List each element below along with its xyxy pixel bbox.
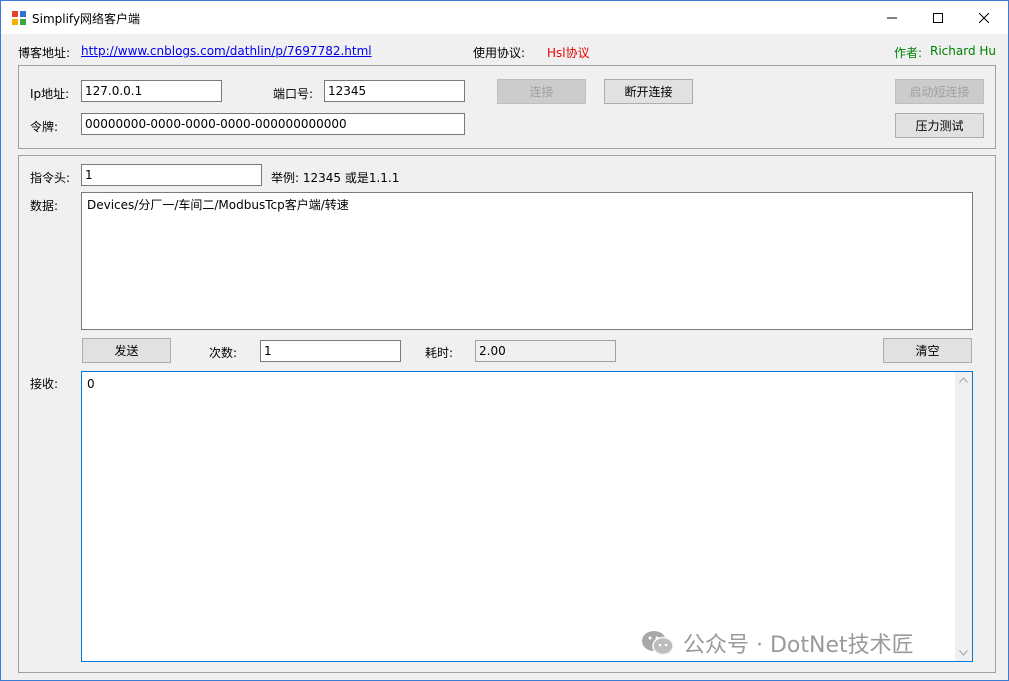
command-head-input[interactable]: 1 <box>81 164 262 186</box>
port-label: 端口号: <box>273 87 314 101</box>
app-icon <box>12 11 26 25</box>
close-icon <box>979 12 989 23</box>
receive-label: 接收: <box>30 377 59 391</box>
count-input[interactable]: 1 <box>260 340 401 362</box>
minimize-icon <box>887 17 897 18</box>
maximize-icon <box>933 12 943 23</box>
token-input[interactable]: 00000000-0000-0000-0000-000000000000 <box>81 113 465 135</box>
author-label: 作者: <box>894 46 923 60</box>
scroll-down-icon[interactable] <box>959 650 968 656</box>
port-input[interactable]: 12345 <box>324 80 465 102</box>
scroll-up-icon[interactable] <box>959 377 968 383</box>
ip-input[interactable]: 127.0.0.1 <box>81 80 222 102</box>
command-head-label: 指令头: <box>30 171 71 185</box>
ip-label: Ip地址: <box>30 87 70 101</box>
send-button[interactable]: 发送 <box>82 338 171 363</box>
connection-group <box>18 65 996 149</box>
data-label: 数据: <box>30 199 59 213</box>
elapsed-value-field: 2.00 <box>475 340 616 362</box>
data-textarea[interactable]: Devices/分厂一/车间二/ModbusTcp客户端/转速 <box>81 192 973 330</box>
title-bar: Simplify网络客户端 <box>1 1 1008 34</box>
elapsed-label: 耗时: <box>425 346 454 360</box>
connect-button[interactable]: 连接 <box>497 79 586 104</box>
minimize-button[interactable] <box>869 1 915 34</box>
receive-text: 0 <box>87 377 95 391</box>
protocol-label: 使用协议: <box>473 46 526 60</box>
receive-scrollbar[interactable] <box>955 372 972 661</box>
blog-label: 博客地址: <box>18 46 71 60</box>
author-value: Richard Hu <box>930 44 997 58</box>
receive-textarea[interactable]: 0 <box>81 371 973 662</box>
watermark-text: 公众号 · DotNet技术匠 <box>683 633 914 658</box>
close-button[interactable] <box>961 1 1007 34</box>
maximize-button[interactable] <box>915 1 961 34</box>
watermark: 公众号 · DotNet技术匠 <box>641 627 914 659</box>
protocol-value: Hsl协议 <box>547 46 590 60</box>
count-label: 次数: <box>209 346 238 360</box>
stress-test-button[interactable]: 压力测试 <box>895 113 984 138</box>
window-title: Simplify网络客户端 <box>32 12 141 26</box>
command-example-text: 举例: 12345 或是1.1.1 <box>271 171 400 185</box>
wechat-icon <box>642 631 674 656</box>
disconnect-button[interactable]: 断开连接 <box>604 79 693 104</box>
clear-button[interactable]: 清空 <box>883 338 972 363</box>
token-label: 令牌: <box>30 120 59 134</box>
main-window: Simplify网络客户端 博客地址: http://www.cnblogs.c… <box>0 0 1009 681</box>
short-connection-button[interactable]: 启动短连接 <box>895 79 984 104</box>
blog-link[interactable]: http://www.cnblogs.com/dathlin/p/7697782… <box>81 44 372 58</box>
